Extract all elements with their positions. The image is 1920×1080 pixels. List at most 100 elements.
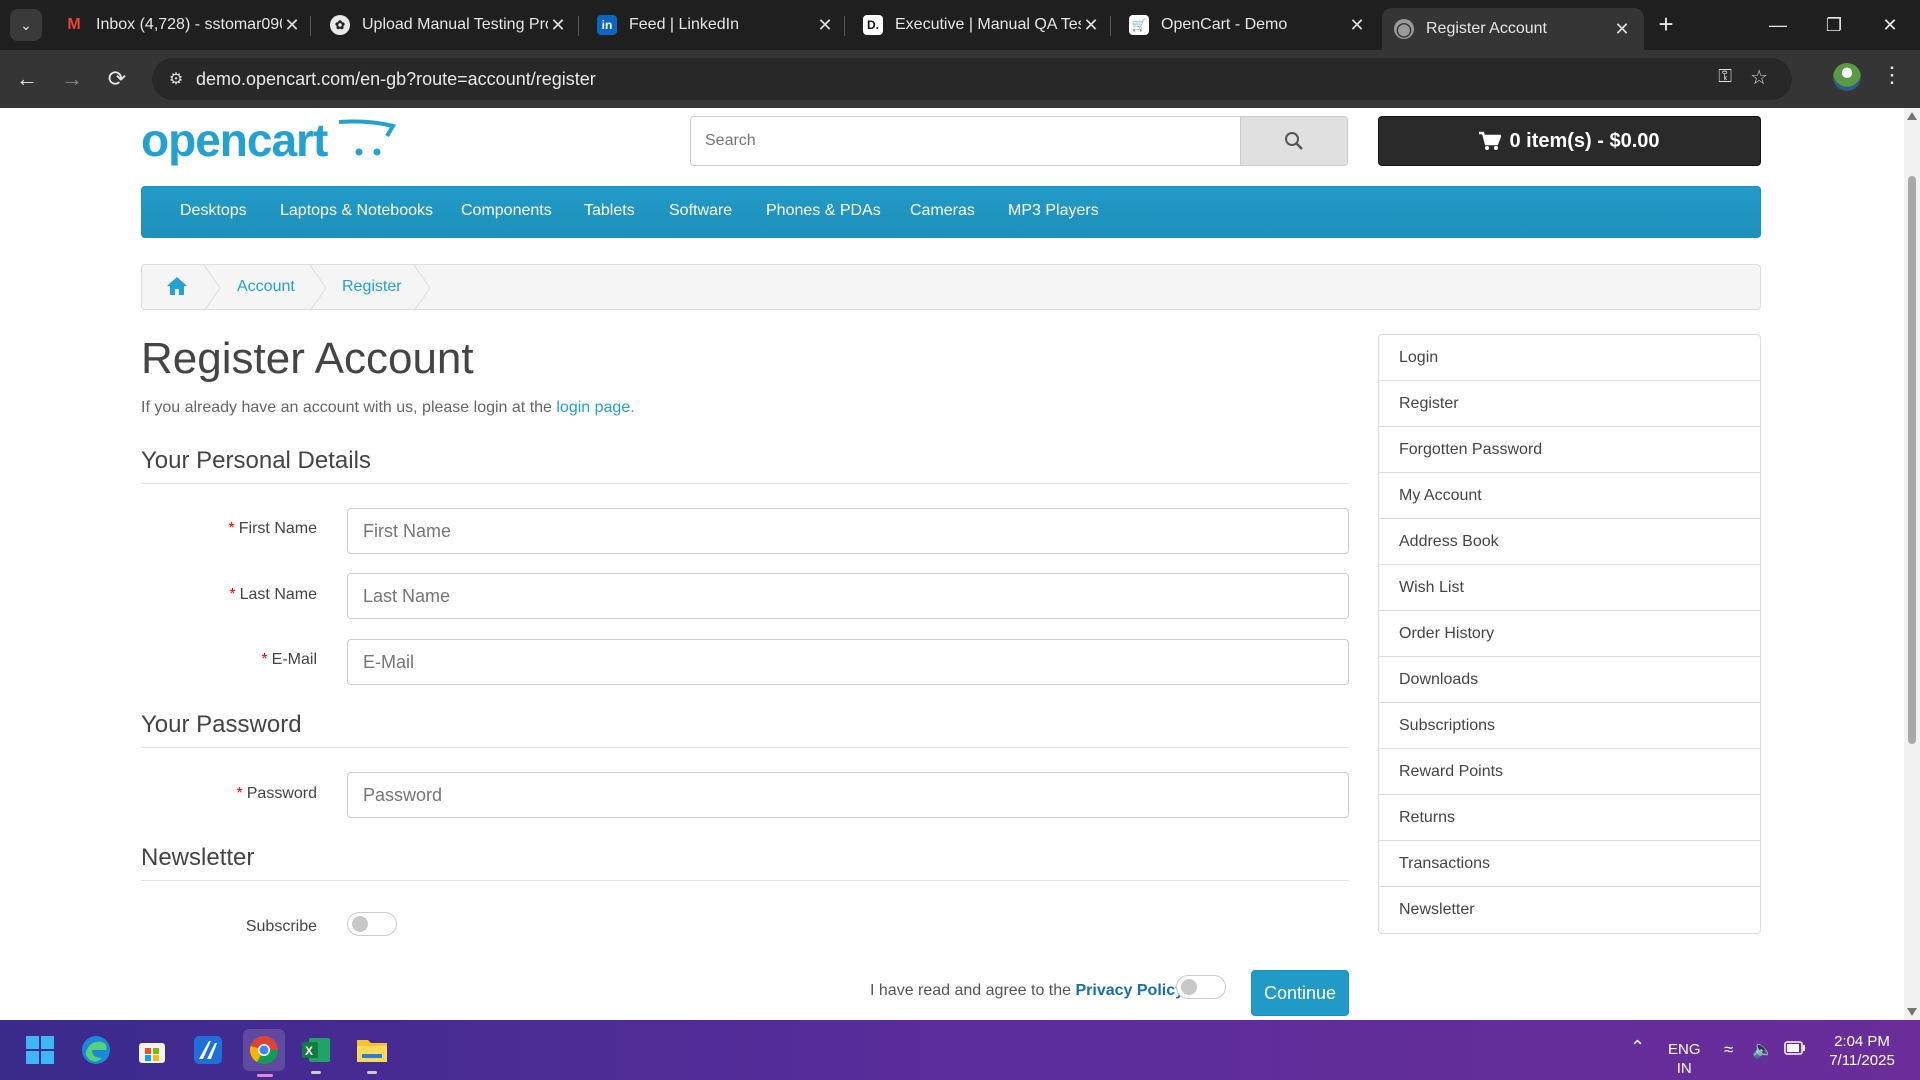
scroll-up-arrow-icon[interactable] [1907, 112, 1917, 120]
scroll-down-arrow-icon[interactable] [1907, 1008, 1917, 1016]
tab-opencart-demo[interactable]: 🛒 OpenCart - Demo ✕ [1117, 8, 1379, 42]
breadcrumb-account[interactable]: Account [237, 278, 295, 296]
nav-item-desktops[interactable]: Desktops [180, 202, 247, 220]
login-page-link[interactable]: login page. [556, 399, 634, 416]
wifi-icon[interactable]: ≈ [1724, 1040, 1733, 1059]
close-tab-icon[interactable]: ✕ [282, 15, 302, 36]
password-label: * Password [142, 785, 317, 803]
close-tab-icon[interactable]: ✕ [1347, 15, 1367, 36]
nav-item-mp3-players[interactable]: MP3 Players [1008, 202, 1099, 220]
sidebar-item-order-history[interactable]: Order History [1379, 611, 1760, 657]
volume-icon[interactable]: 🔈 [1752, 1040, 1773, 1059]
reload-button[interactable]: ⟳ [100, 62, 134, 96]
windows-start-icon[interactable] [22, 1032, 58, 1068]
sidebar-item-reward-points[interactable]: Reward Points [1379, 749, 1760, 795]
password-key-icon[interactable]: ⚿ [1718, 66, 1732, 87]
browser-toolbar: ← → ⟳ ⚙ demo.opencart.com/en-gb?route=ac… [0, 50, 1920, 108]
scrollbar-thumb[interactable] [1908, 176, 1916, 744]
breadcrumb-separator-icon [203, 265, 221, 311]
sidebar-item-transactions[interactable]: Transactions [1379, 841, 1760, 887]
tab-gmail[interactable]: M Inbox (4,728) - sstomar090 ✕ [52, 8, 314, 42]
first-name-label-text: First Name [238, 520, 317, 537]
subscribe-toggle[interactable] [347, 912, 397, 936]
last-name-input[interactable] [347, 573, 1349, 619]
nav-item-cameras[interactable]: Cameras [910, 202, 975, 220]
tab-search-button[interactable]: ⌄ [10, 9, 42, 41]
url-text[interactable]: demo.opencart.com/en-gb?route=account/re… [196, 69, 596, 90]
close-tab-icon[interactable]: ✕ [815, 15, 835, 36]
site-info-icon[interactable]: ⚙ [162, 65, 190, 93]
excel-icon[interactable]: X [298, 1032, 334, 1074]
clock[interactable]: 2:04 PM 7/11/2025 [1822, 1032, 1902, 1070]
tab-linkedin[interactable]: in Feed | LinkedIn ✕ [585, 8, 847, 42]
sidebar-item-login[interactable]: Login [1379, 335, 1760, 381]
sidebar-item-my-account[interactable]: My Account [1379, 473, 1760, 519]
tab-title: Upload Manual Testing Pro [362, 16, 548, 33]
tab-register-account[interactable]: ◯ Register Account ✕ [1382, 8, 1644, 50]
minimize-button[interactable]: — [1750, 0, 1806, 50]
breadcrumb-register[interactable]: Register [342, 278, 402, 296]
windows-logo-icon [26, 1036, 54, 1064]
page-scrollbar[interactable] [1904, 108, 1920, 1020]
chrome-icon[interactable] [243, 1029, 285, 1077]
edge-icon[interactable] [78, 1032, 114, 1068]
privacy-policy-link[interactable]: Privacy Policy [1075, 982, 1184, 999]
openai-icon: ✿ [330, 15, 350, 35]
password-input[interactable] [347, 772, 1349, 818]
restore-button[interactable]: ❐ [1806, 0, 1862, 50]
file-explorer-icon[interactable] [354, 1032, 390, 1074]
sidebar-item-wish-list[interactable]: Wish List [1379, 565, 1760, 611]
address-bar[interactable]: ⚙ demo.opencart.com/en-gb?route=account/… [152, 58, 1792, 100]
sidebar-item-subscriptions[interactable]: Subscriptions [1379, 703, 1760, 749]
nav-item-tablets[interactable]: Tablets [584, 202, 635, 220]
cart-button[interactable]: 0 item(s) - $0.00 [1378, 116, 1761, 166]
main-navigation: Desktops Laptops & Notebooks Components … [141, 186, 1761, 238]
bookmark-star-icon[interactable]: ☆ [1750, 65, 1768, 90]
email-input[interactable] [347, 639, 1349, 685]
language-indicator[interactable]: ENG IN [1668, 1040, 1701, 1078]
sidebar-item-newsletter[interactable]: Newsletter [1379, 887, 1760, 933]
first-name-input[interactable] [347, 508, 1349, 554]
search-input[interactable] [690, 116, 1240, 166]
tab-upload-manual[interactable]: ✿ Upload Manual Testing Pro ✕ [318, 8, 580, 42]
forward-button[interactable]: → [55, 62, 89, 96]
agree-text: I have read and agree to the Privacy Pol… [870, 982, 1184, 1000]
browser-menu-icon[interactable]: ⋮ [1878, 62, 1906, 96]
new-tab-button[interactable]: + [1651, 10, 1681, 40]
sidebar-item-forgotten-password[interactable]: Forgotten Password [1379, 427, 1760, 473]
tab-title: Executive | Manual QA Test [895, 16, 1081, 33]
home-icon[interactable] [166, 276, 188, 296]
microsoft-store-icon[interactable] [134, 1032, 170, 1068]
tab-executive-qa[interactable]: D. Executive | Manual QA Test ✕ [851, 8, 1113, 42]
opencart-logo[interactable]: opencart [141, 116, 401, 172]
sidebar-item-returns[interactable]: Returns [1379, 795, 1760, 841]
nav-item-components[interactable]: Components [461, 202, 552, 220]
profile-avatar[interactable] [1833, 63, 1861, 91]
continue-button[interactable]: Continue [1251, 970, 1349, 1016]
agree-privacy-toggle[interactable] [1176, 975, 1226, 999]
agree-text-body: I have read and agree to the [870, 982, 1076, 999]
running-app-indicator [367, 1071, 377, 1074]
close-tab-icon[interactable]: ✕ [1081, 15, 1101, 36]
search-button[interactable] [1240, 116, 1348, 166]
email-label: * E-Mail [142, 651, 317, 669]
svg-text:X: X [305, 1044, 313, 1058]
back-button[interactable]: ← [10, 62, 44, 96]
close-tab-icon[interactable]: ✕ [1612, 19, 1632, 40]
nav-item-laptops[interactable]: Laptops & Notebooks [280, 202, 433, 220]
subscribe-label: Subscribe [245, 918, 317, 935]
sidebar-item-address-book[interactable]: Address Book [1379, 519, 1760, 565]
sidebar-item-downloads[interactable]: Downloads [1379, 657, 1760, 703]
browser-tab-strip: ⌄ M Inbox (4,728) - sstomar090 ✕ ✿ Uploa… [0, 0, 1920, 50]
close-tab-icon[interactable]: ✕ [548, 15, 568, 36]
battery-icon[interactable] [1784, 1041, 1806, 1060]
svg-text:opencart: opencart [141, 116, 328, 166]
edge-logo-icon [82, 1036, 110, 1064]
nav-item-software[interactable]: Software [669, 202, 732, 220]
app-icon[interactable] [190, 1032, 226, 1068]
tab-divider [1110, 16, 1111, 36]
close-window-button[interactable]: ✕ [1862, 0, 1918, 50]
show-hidden-icons-chevron-icon[interactable]: ⌃ [1630, 1038, 1645, 1057]
sidebar-item-register[interactable]: Register [1379, 381, 1760, 427]
nav-item-phones[interactable]: Phones & PDAs [766, 202, 881, 220]
